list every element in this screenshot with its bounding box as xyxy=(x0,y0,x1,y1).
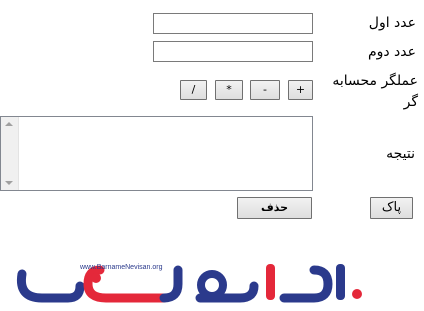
plus-button[interactable]: + xyxy=(288,80,313,100)
operator-label: عملگر محسابه گر xyxy=(332,73,418,110)
second-number-field[interactable] xyxy=(153,41,313,62)
barnamenevisan-logo: www.BarnameNevisan.org xyxy=(16,264,362,303)
delete-button[interactable]: حذف xyxy=(237,197,312,219)
divide-button[interactable]: / xyxy=(180,80,207,100)
scroll-down-arrow-icon[interactable] xyxy=(5,181,13,185)
vertical-scrollbar[interactable] xyxy=(1,117,19,190)
scroll-up-arrow-icon[interactable] xyxy=(5,122,13,126)
result-textarea[interactable] xyxy=(0,116,313,191)
clear-button[interactable]: پاک xyxy=(370,197,413,219)
logo-graphic xyxy=(16,264,362,303)
multiply-button[interactable]: * xyxy=(215,80,243,100)
second-number-label: عدد دوم xyxy=(367,44,416,60)
result-label: نتیجه xyxy=(386,146,415,162)
first-number-field[interactable] xyxy=(153,13,313,34)
minus-button[interactable]: - xyxy=(250,80,280,100)
logo-url-text: www.BarnameNevisan.org xyxy=(79,264,163,271)
first-number-label: عدد اول xyxy=(368,15,416,31)
